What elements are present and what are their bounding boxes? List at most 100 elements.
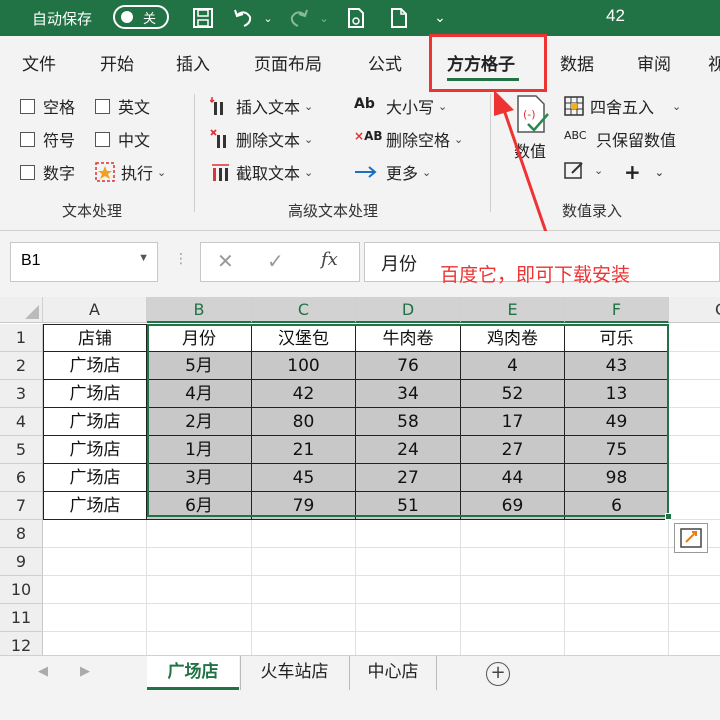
table-cell[interactable]: 98 <box>565 464 669 492</box>
sheet-tab-zhongxin[interactable]: 中心店 <box>349 656 437 690</box>
table-cell[interactable]: 49 <box>565 408 669 436</box>
tab-home[interactable]: 开始 <box>100 50 134 75</box>
column-header[interactable]: F <box>565 297 669 323</box>
row-header[interactable]: 4 <box>0 408 43 436</box>
table-cell[interactable]: 24 <box>356 436 461 464</box>
tab-file[interactable]: 文件 <box>22 50 56 75</box>
customize-toolbar-icon[interactable]: ⌄ <box>427 5 453 31</box>
table-cell[interactable] <box>565 548 669 576</box>
new-file-icon[interactable] <box>386 5 412 31</box>
table-cell[interactable]: 44 <box>461 464 565 492</box>
table-cell[interactable]: 76 <box>356 352 461 380</box>
more-button[interactable]: 更多 ⌄ <box>354 160 431 184</box>
table-cell[interactable] <box>669 492 720 520</box>
row-header[interactable]: 3 <box>0 380 43 408</box>
row-header[interactable]: 1 <box>0 324 43 352</box>
table-cell[interactable] <box>669 408 720 436</box>
table-cell[interactable] <box>669 604 720 632</box>
table-cell[interactable] <box>147 604 252 632</box>
checkbox-box[interactable] <box>95 98 110 114</box>
table-cell[interactable]: 广场店 <box>43 464 147 492</box>
table-cell[interactable]: 广场店 <box>43 408 147 436</box>
table-cell[interactable] <box>356 576 461 604</box>
row-header[interactable]: 6 <box>0 464 43 492</box>
table-cell[interactable]: 27 <box>356 464 461 492</box>
row-header[interactable]: 7 <box>0 492 43 520</box>
table-cell[interactable]: 52 <box>461 380 565 408</box>
table-cell[interactable] <box>669 380 720 408</box>
next-sheet-icon[interactable]: ▶ <box>80 664 90 679</box>
prev-sheet-icon[interactable]: ◀ <box>38 664 48 679</box>
checkbox-box[interactable] <box>20 164 35 180</box>
table-cell[interactable] <box>356 520 461 548</box>
table-cell[interactable]: 13 <box>565 380 669 408</box>
row-header[interactable]: 8 <box>0 520 43 548</box>
add-sheet-button[interactable]: + <box>486 662 510 686</box>
table-cell[interactable] <box>43 520 147 548</box>
row-header[interactable]: 9 <box>0 548 43 576</box>
checkbox-space[interactable]: 空格 <box>20 94 75 118</box>
table-cell[interactable] <box>147 548 252 576</box>
checkbox-number[interactable]: 数字 <box>20 160 75 184</box>
table-cell[interactable] <box>356 548 461 576</box>
table-cell[interactable] <box>43 604 147 632</box>
table-cell[interactable]: 75 <box>565 436 669 464</box>
column-header[interactable]: A <box>43 297 147 323</box>
table-cell[interactable]: 牛肉卷 <box>356 324 461 352</box>
row-header[interactable]: 11 <box>0 604 43 632</box>
table-cell[interactable] <box>461 520 565 548</box>
checkbox-box[interactable] <box>20 131 35 147</box>
redo-icon[interactable] <box>286 5 312 31</box>
drag-handle-icon[interactable]: ⋮ <box>174 251 188 267</box>
tab-page-layout[interactable]: 页面布局 <box>254 50 322 75</box>
checkbox-box[interactable] <box>20 98 35 114</box>
sheet-tab-huochezhan[interactable]: 火车站店 <box>240 656 348 690</box>
checkbox-symbol[interactable]: 符号 <box>20 127 75 151</box>
table-cell[interactable] <box>669 576 720 604</box>
table-cell[interactable]: 4月 <box>147 380 252 408</box>
table-cell[interactable] <box>669 324 720 352</box>
table-cell[interactable]: 6月 <box>147 492 252 520</box>
table-cell[interactable] <box>43 576 147 604</box>
select-all-corner[interactable] <box>0 297 43 323</box>
table-cell[interactable] <box>252 520 356 548</box>
table-cell[interactable] <box>669 352 720 380</box>
row-header[interactable]: 5 <box>0 436 43 464</box>
table-cell[interactable]: 100 <box>252 352 356 380</box>
case-button[interactable]: Ab 大小写 ⌄ <box>354 94 447 118</box>
table-cell[interactable]: 79 <box>252 492 356 520</box>
table-cell[interactable]: 4 <box>461 352 565 380</box>
insert-function-icon[interactable]: fx <box>321 249 338 270</box>
table-cell[interactable] <box>147 576 252 604</box>
keep-values-button[interactable]: ABC 只保留数值 <box>564 127 676 151</box>
table-cell[interactable]: 3月 <box>147 464 252 492</box>
fill-handle[interactable] <box>665 513 672 520</box>
undo-dropdown-icon[interactable]: ⌄ <box>255 5 281 31</box>
table-cell[interactable]: 广场店 <box>43 492 147 520</box>
table-cell[interactable] <box>669 464 720 492</box>
table-cell[interactable]: 店铺 <box>43 324 147 352</box>
table-cell[interactable] <box>461 576 565 604</box>
checkbox-box[interactable] <box>95 131 110 147</box>
table-cell[interactable]: 2月 <box>147 408 252 436</box>
table-cell[interactable] <box>356 604 461 632</box>
checkbox-chinese[interactable]: 中文 <box>95 127 150 151</box>
tab-formulas[interactable]: 公式 <box>368 50 402 75</box>
redo-dropdown-icon[interactable]: ⌄ <box>311 5 337 31</box>
column-header[interactable]: D <box>356 297 461 323</box>
quick-analysis-icon[interactable] <box>674 523 708 553</box>
table-cell[interactable]: 5月 <box>147 352 252 380</box>
table-cell[interactable]: 广场店 <box>43 352 147 380</box>
edit-format-button[interactable]: ⌄ <box>564 160 603 180</box>
save-icon[interactable] <box>190 5 216 31</box>
table-cell[interactable]: 汉堡包 <box>252 324 356 352</box>
column-header[interactable]: C <box>252 297 356 323</box>
table-cell[interactable]: 1月 <box>147 436 252 464</box>
confirm-icon[interactable]: ✓ <box>267 249 284 273</box>
delete-space-button[interactable]: ×AB 删除空格 ⌄ <box>354 127 463 151</box>
checkbox-english[interactable]: 英文 <box>95 94 150 118</box>
table-cell[interactable]: 27 <box>461 436 565 464</box>
add-button[interactable]: + ⌄ <box>624 160 664 184</box>
table-cell[interactable] <box>147 520 252 548</box>
delete-text-button[interactable]: 删除文本 ⌄ <box>210 127 313 151</box>
